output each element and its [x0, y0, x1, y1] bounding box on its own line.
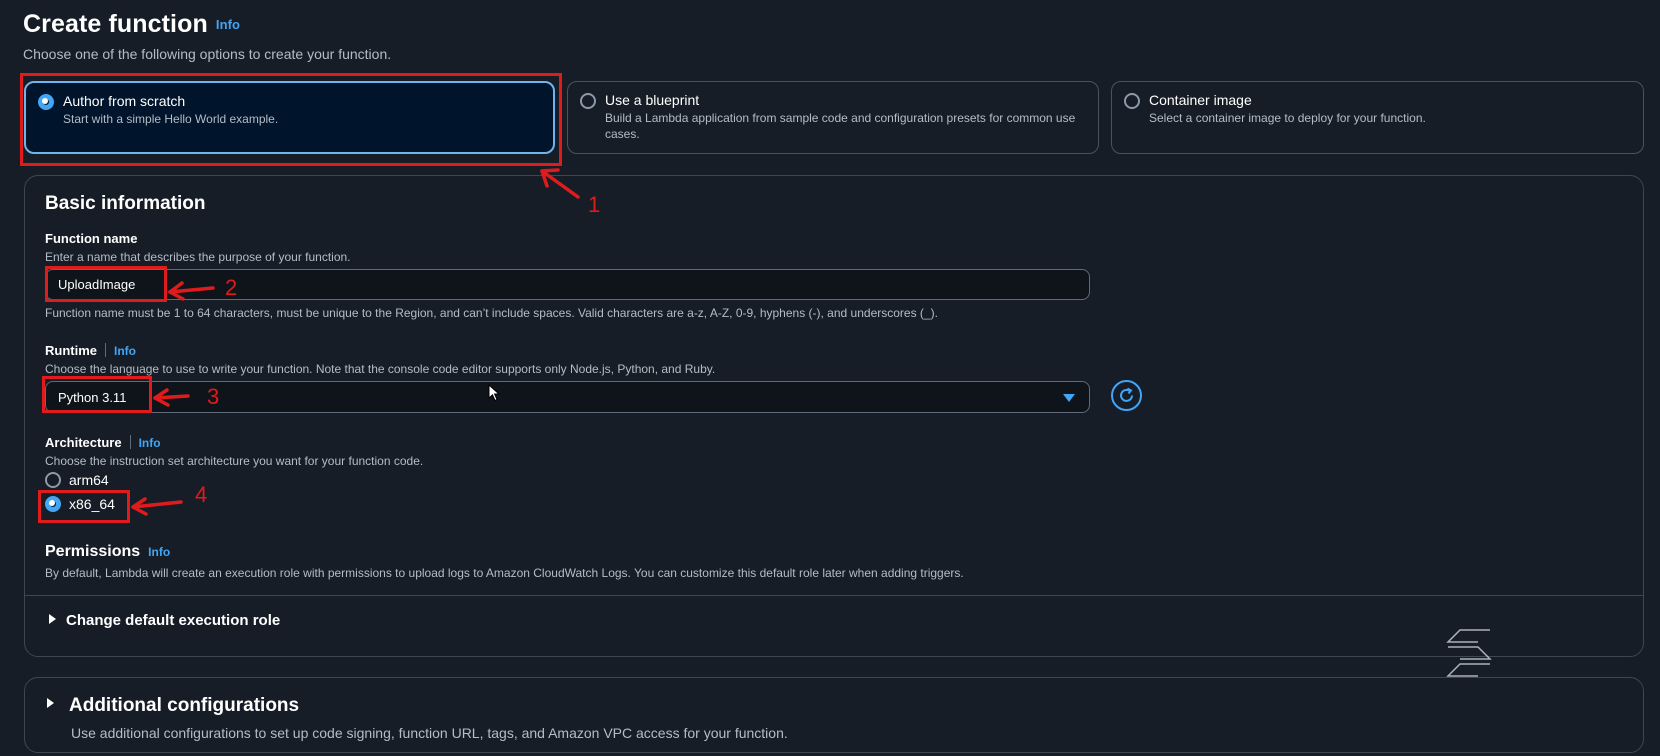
annotation-arrows: [131, 168, 580, 516]
annotation-number-4: 4: [195, 482, 208, 507]
annotation-number-3: 3: [207, 384, 220, 409]
annotation-number-2: 2: [225, 275, 238, 300]
mouse-cursor-icon: [488, 384, 500, 402]
watermark-logo-icon: [1446, 629, 1492, 677]
annotation-number-1: 1: [588, 192, 601, 217]
